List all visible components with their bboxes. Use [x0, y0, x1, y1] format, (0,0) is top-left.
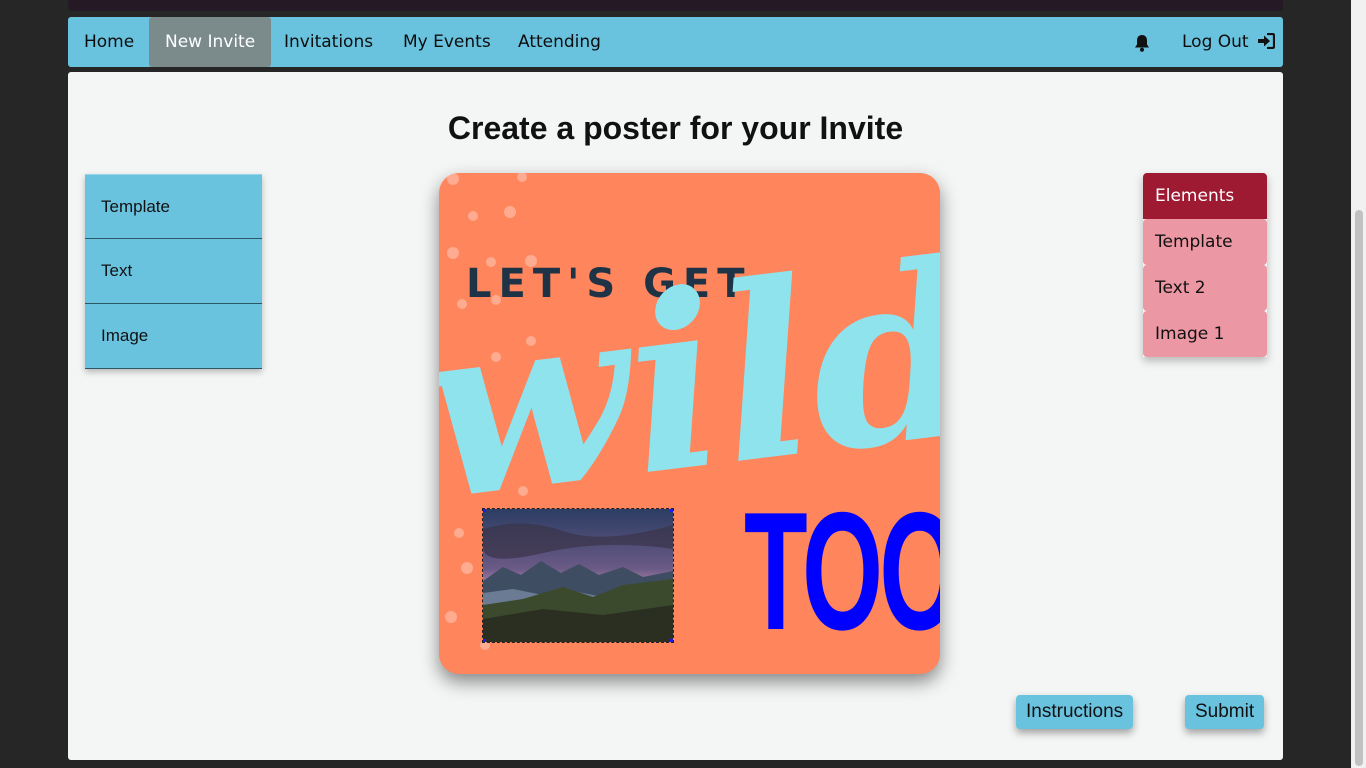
tool-text[interactable]: Text [85, 239, 262, 304]
resize-handle[interactable] [483, 509, 486, 512]
layer-image-1[interactable]: Image 1 [1143, 311, 1267, 357]
sign-out-icon [1258, 32, 1276, 50]
elements-panel: Elements Template Text 2 Image 1 [1143, 173, 1267, 357]
top-strip [68, 0, 1283, 11]
resize-handle[interactable] [670, 509, 673, 512]
nav-my-events[interactable]: My Events [387, 17, 507, 67]
poster-canvas[interactable]: LET'S GET wild TOO [439, 173, 940, 674]
nav-home[interactable]: Home [68, 17, 150, 67]
instructions-button[interactable]: Instructions [1016, 695, 1134, 729]
nav-attending[interactable]: Attending [502, 17, 617, 67]
page-scrollbar[interactable] [1351, 0, 1366, 768]
logout-button[interactable]: Log Out [1182, 17, 1276, 67]
landscape-image [483, 509, 673, 642]
tool-template[interactable]: Template [85, 174, 262, 239]
logout-label: Log Out [1182, 32, 1249, 52]
resize-handle[interactable] [670, 639, 673, 642]
bell-icon[interactable] [1132, 33, 1152, 53]
tool-menu: Template Text Image [85, 174, 262, 369]
elements-header: Elements [1143, 173, 1267, 219]
poster-image-landscape[interactable] [482, 508, 674, 643]
nav-invitations[interactable]: Invitations [268, 17, 389, 67]
navbar: Home New Invite Invitations My Events At… [68, 17, 1283, 67]
nav-new-invite[interactable]: New Invite [149, 17, 272, 67]
tool-image[interactable]: Image [85, 304, 262, 369]
layer-template[interactable]: Template [1143, 219, 1267, 265]
submit-button[interactable]: Submit [1185, 695, 1265, 729]
poster-text-too[interactable]: TOO [744, 487, 940, 655]
scrollbar-thumb[interactable] [1355, 210, 1363, 766]
editor-panel: Create a poster for your Invite Template… [68, 72, 1283, 760]
resize-handle[interactable] [483, 639, 486, 642]
page-title: Create a poster for your Invite [447, 110, 904, 146]
layer-text-2[interactable]: Text 2 [1143, 265, 1267, 311]
